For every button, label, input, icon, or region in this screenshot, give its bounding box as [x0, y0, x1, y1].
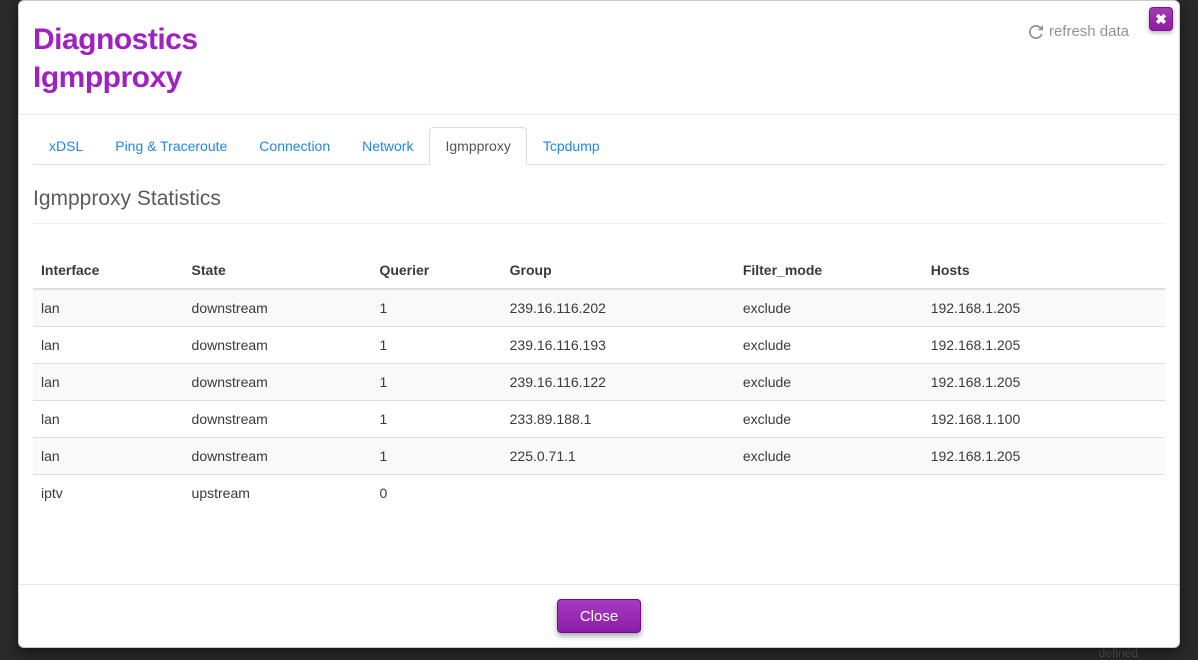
tab-igmpproxy[interactable]: Igmpproxy [429, 127, 526, 165]
tab-xdsl[interactable]: xDSL [33, 127, 99, 165]
cell-filter_mode: exclude [735, 401, 923, 438]
col-querier: Querier [371, 252, 501, 289]
col-state: State [184, 252, 372, 289]
cell-state: downstream [184, 438, 372, 475]
table-body: landownstream1239.16.116.202exclude192.1… [33, 289, 1165, 511]
tab-link[interactable]: Igmpproxy [429, 127, 526, 165]
close-icon: ✖ [1155, 11, 1167, 28]
tab-tcpdump[interactable]: Tcpdump [527, 127, 616, 165]
cell-hosts: 192.168.1.205 [923, 364, 1165, 401]
cell-group: 233.89.188.1 [502, 401, 735, 438]
tab-link[interactable]: Connection [243, 127, 346, 165]
tab-ping-traceroute[interactable]: Ping & Traceroute [99, 127, 243, 165]
cell-interface: iptv [33, 475, 184, 512]
table-row: landownstream1239.16.116.202exclude192.1… [33, 289, 1165, 327]
cell-querier: 1 [371, 438, 501, 475]
cell-state: downstream [184, 327, 372, 364]
refresh-icon [1029, 25, 1043, 39]
tab-connection[interactable]: Connection [243, 127, 346, 165]
cell-querier: 0 [371, 475, 501, 512]
cell-hosts: 192.168.1.205 [923, 438, 1165, 475]
background-hint-text: defined [1099, 646, 1138, 660]
modal-title-line1: Diagnostics [33, 21, 198, 59]
modal-title-line2: Igmpproxy [33, 59, 198, 97]
cell-filter_mode: exclude [735, 364, 923, 401]
cell-interface: lan [33, 438, 184, 475]
table-row: landownstream1239.16.116.122exclude192.1… [33, 364, 1165, 401]
refresh-link[interactable]: refresh data [1029, 23, 1129, 40]
col-group: Group [502, 252, 735, 289]
table-row: landownstream1225.0.71.1exclude192.168.1… [33, 438, 1165, 475]
cell-hosts: 192.168.1.100 [923, 401, 1165, 438]
cell-querier: 1 [371, 401, 501, 438]
nav-tabs: xDSLPing & TracerouteConnectionNetworkIg… [33, 127, 1165, 165]
cell-filter_mode [735, 475, 923, 512]
table-row: landownstream1239.16.116.193exclude192.1… [33, 327, 1165, 364]
col-interface: Interface [33, 252, 184, 289]
cell-hosts: 192.168.1.205 [923, 289, 1165, 327]
refresh-label: refresh data [1049, 23, 1129, 40]
tab-network[interactable]: Network [346, 127, 429, 165]
table-row: landownstream1233.89.188.1exclude192.168… [33, 401, 1165, 438]
cell-state: downstream [184, 289, 372, 327]
cell-querier: 1 [371, 289, 501, 327]
tab-link[interactable]: Network [346, 127, 429, 165]
cell-state: downstream [184, 401, 372, 438]
modal-title: Diagnostics Igmpproxy [33, 21, 198, 96]
cell-filter_mode: exclude [735, 438, 923, 475]
igmpproxy-stats-table: InterfaceStateQuerierGroupFilter_modeHos… [33, 252, 1165, 511]
tab-link[interactable]: xDSL [33, 127, 99, 165]
col-hosts: Hosts [923, 252, 1165, 289]
modal-footer: Close [19, 584, 1179, 647]
tab-link[interactable]: Ping & Traceroute [99, 127, 243, 165]
modal-body: xDSLPing & TracerouteConnectionNetworkIg… [19, 115, 1179, 584]
cell-filter_mode: exclude [735, 327, 923, 364]
modal-close-button[interactable]: ✖ [1149, 7, 1173, 31]
cell-state: downstream [184, 364, 372, 401]
modal-header: Diagnostics Igmpproxy refresh data [19, 1, 1179, 115]
section-title: Igmpproxy Statistics [33, 187, 1165, 224]
col-filter_mode: Filter_mode [735, 252, 923, 289]
cell-filter_mode: exclude [735, 289, 923, 327]
cell-interface: lan [33, 289, 184, 327]
cell-querier: 1 [371, 364, 501, 401]
table-row: iptvupstream0 [33, 475, 1165, 512]
cell-hosts [923, 475, 1165, 512]
cell-hosts: 192.168.1.205 [923, 327, 1165, 364]
cell-group: 239.16.116.122 [502, 364, 735, 401]
cell-state: upstream [184, 475, 372, 512]
cell-querier: 1 [371, 327, 501, 364]
cell-interface: lan [33, 327, 184, 364]
cell-interface: lan [33, 401, 184, 438]
table-head: InterfaceStateQuerierGroupFilter_modeHos… [33, 252, 1165, 289]
cell-group: 239.16.116.202 [502, 289, 735, 327]
cell-group: 239.16.116.193 [502, 327, 735, 364]
table-header-row: InterfaceStateQuerierGroupFilter_modeHos… [33, 252, 1165, 289]
cell-group [502, 475, 735, 512]
tab-link[interactable]: Tcpdump [527, 127, 616, 165]
modal-backdrop: defined ✖ Diagnostics Igmpproxy refresh … [0, 0, 1198, 660]
diagnostics-modal: ✖ Diagnostics Igmpproxy refresh data xDS… [18, 0, 1180, 648]
close-button[interactable]: Close [557, 599, 641, 633]
cell-interface: lan [33, 364, 184, 401]
cell-group: 225.0.71.1 [502, 438, 735, 475]
